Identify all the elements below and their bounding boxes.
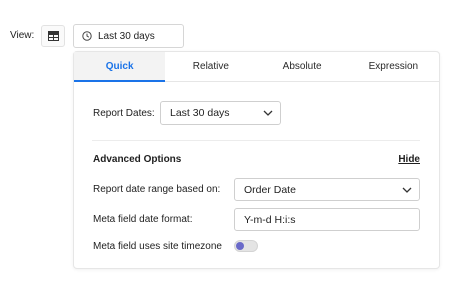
tab-expression[interactable]: Expression bbox=[348, 52, 439, 81]
report-dates-label: Report Dates: bbox=[93, 108, 155, 119]
toggle-knob bbox=[236, 242, 244, 250]
tab-label: Expression bbox=[368, 61, 419, 72]
range-based-on-label: Report date range based on: bbox=[93, 184, 221, 195]
table-icon bbox=[47, 31, 59, 41]
meta-date-format-label: Meta field date format: bbox=[93, 214, 193, 225]
date-range-button[interactable]: Last 30 days bbox=[73, 24, 184, 48]
report-dates-value: Last 30 days bbox=[170, 107, 230, 119]
report-dates-select[interactable]: Last 30 days bbox=[160, 101, 281, 125]
clock-icon bbox=[82, 31, 92, 41]
tab-label: Quick bbox=[105, 61, 134, 72]
table-view-button[interactable] bbox=[41, 25, 65, 47]
chevron-down-icon bbox=[263, 110, 273, 116]
tab-label: Relative bbox=[192, 61, 229, 72]
tab-label: Absolute bbox=[282, 61, 322, 72]
report-date-picker: View: Last 30 days Quick Relative Absolu… bbox=[0, 0, 476, 284]
chevron-down-icon bbox=[402, 187, 412, 193]
meta-timezone-label: Meta field uses site timezone bbox=[93, 241, 222, 252]
meta-date-format-input[interactable]: Y-m-d H:i:s bbox=[234, 208, 420, 231]
view-label: View: bbox=[10, 30, 35, 41]
meta-date-format-value: Y-m-d H:i:s bbox=[244, 213, 296, 226]
hide-advanced-link[interactable]: Hide bbox=[398, 154, 420, 165]
tab-relative[interactable]: Relative bbox=[165, 52, 256, 81]
date-options-panel: Quick Relative Absolute Expression Repor… bbox=[73, 51, 440, 269]
advanced-options-title: Advanced Options bbox=[93, 154, 182, 165]
meta-timezone-toggle[interactable] bbox=[234, 240, 258, 252]
tab-bar: Quick Relative Absolute Expression bbox=[74, 52, 439, 82]
tab-quick[interactable]: Quick bbox=[74, 52, 166, 82]
range-based-on-select[interactable]: Order Date bbox=[234, 178, 420, 201]
date-range-button-label: Last 30 days bbox=[98, 30, 155, 42]
tab-absolute[interactable]: Absolute bbox=[257, 52, 348, 81]
section-divider bbox=[92, 140, 420, 141]
range-based-on-value: Order Date bbox=[244, 183, 296, 196]
